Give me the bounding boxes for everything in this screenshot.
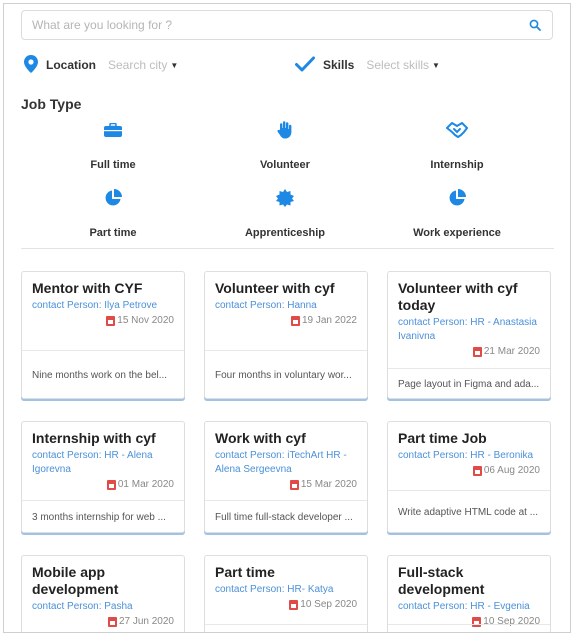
pie-chart-icon	[104, 189, 122, 207]
job-date-text: 21 Mar 2020	[483, 346, 540, 357]
job-title: Part time Job	[398, 430, 487, 446]
job-contact: contact Person: HR - Alena Igorevna	[32, 450, 153, 475]
divider	[21, 248, 554, 249]
job-contact: contact Person: Pasha	[32, 601, 133, 612]
job-date-text: 10 Sep 2020	[300, 599, 357, 610]
skills-label: Skills	[323, 58, 355, 72]
location-label: Location	[46, 58, 96, 72]
job-card[interactable]: Volunteer with cyf today contact Person:…	[387, 271, 551, 399]
job-type-label: Internship	[430, 159, 484, 171]
job-title: Mentor with CYF	[32, 280, 143, 296]
job-title: Work with cyf	[215, 430, 306, 446]
handshake-icon	[446, 121, 468, 139]
job-title: Full-stack development	[398, 564, 485, 597]
job-card[interactable]: Internship with cyf contact Person: HR -…	[21, 421, 185, 533]
search-icon[interactable]	[528, 18, 542, 32]
calendar-icon	[289, 599, 299, 610]
pie-chart-icon	[448, 189, 466, 207]
job-date-text: 01 Mar 2020	[117, 479, 174, 490]
job-title: Internship with cyf	[32, 430, 156, 446]
job-description: Page layout in Figma and ada...	[388, 368, 550, 398]
job-date: 01 Mar 2020	[32, 479, 174, 490]
job-description: 3 months internship for web ...	[22, 500, 184, 532]
job-title: Volunteer with cyf	[215, 280, 335, 296]
job-title: Part time	[215, 564, 275, 580]
job-type-apprenticeship[interactable]: Apprenticeship	[210, 189, 360, 239]
job-date: 06 Aug 2020	[398, 465, 540, 476]
job-description: Full time full-stack developer ...	[205, 500, 367, 532]
job-card[interactable]: Full-stack development contact Person: H…	[387, 555, 551, 632]
location-dropdown-value: Search city	[108, 58, 168, 72]
job-contact: contact Person: iTechArt HR - Alena Serg…	[215, 450, 347, 475]
job-date-text: 06 Aug 2020	[483, 465, 540, 476]
job-date: 21 Mar 2020	[398, 346, 540, 357]
calendar-icon	[106, 479, 116, 490]
job-date-text: 15 Mar 2020	[300, 479, 357, 490]
job-date-text: 15 Nov 2020	[117, 315, 174, 326]
job-contact: contact Person: HR - Anastasia Ivanivna	[398, 317, 537, 342]
job-type-part-time[interactable]: Part time	[38, 189, 188, 239]
job-title: Mobile app development	[32, 564, 119, 597]
chevron-down-icon: ▼	[432, 60, 440, 70]
job-date: 27 Jun 2020	[32, 616, 174, 627]
job-description	[388, 624, 550, 632]
job-card[interactable]: Part time contact Person: HR- Katya 10 S…	[204, 555, 368, 632]
location-dropdown[interactable]: Search city ▼	[108, 58, 178, 72]
job-card[interactable]: Mentor with CYF contact Person: Ilya Pet…	[21, 271, 185, 399]
job-date-text: 19 Jan 2022	[301, 315, 357, 326]
location-filter: Location Search city ▼	[24, 54, 178, 76]
job-type-label: Volunteer	[260, 159, 310, 171]
search-bar[interactable]	[21, 10, 553, 40]
job-type-label: Part time	[89, 227, 137, 239]
calendar-icon	[107, 616, 117, 627]
job-card[interactable]: Volunteer with cyf contact Person: Hanna…	[204, 271, 368, 399]
job-description: Write adaptive HTML code at ...	[388, 490, 550, 532]
location-pin-icon	[24, 54, 38, 76]
job-date: 10 Sep 2020	[215, 599, 357, 610]
badge-icon	[276, 189, 294, 207]
job-type-work-experience[interactable]: Work experience	[382, 189, 532, 239]
job-contact: contact Person: HR- Katya	[215, 584, 334, 595]
job-date: 15 Nov 2020	[32, 315, 174, 326]
job-description: Four months in voluntary wor...	[205, 350, 367, 398]
job-card[interactable]: Part time Job contact Person: HR - Beron…	[387, 421, 551, 533]
job-type-volunteer[interactable]: Volunteer	[210, 121, 360, 171]
skills-filter: Skills Select skills ▼	[295, 55, 440, 75]
job-contact: contact Person: HR - Beronika	[398, 450, 534, 461]
job-title: Volunteer with cyf today	[398, 280, 518, 313]
job-type-label: Apprenticeship	[244, 227, 326, 239]
calendar-icon	[472, 346, 482, 357]
calendar-icon	[106, 315, 116, 326]
job-contact: contact Person: Hanna	[215, 300, 317, 311]
calendar-icon	[289, 479, 299, 490]
job-description: Nine months work on the bel...	[22, 350, 184, 398]
job-date: 15 Mar 2020	[215, 479, 357, 490]
job-type-label: Full time	[90, 159, 136, 171]
job-type-label: Work experience	[413, 227, 501, 239]
job-type-full-time[interactable]: Full time	[38, 121, 188, 171]
job-contact: contact Person: Ilya Petrove	[32, 300, 158, 311]
job-type-internship[interactable]: Internship	[382, 121, 532, 171]
checkmark-icon	[295, 56, 315, 75]
briefcase-icon	[104, 121, 122, 139]
job-date-text: 27 Jun 2020	[118, 616, 174, 627]
job-date: 19 Jan 2022	[215, 315, 357, 326]
skills-dropdown[interactable]: Select skills ▼	[366, 58, 440, 72]
job-card[interactable]: Mobile app development contact Person: P…	[21, 555, 185, 632]
chevron-down-icon: ▼	[170, 60, 179, 70]
job-card[interactable]: Work with cyf contact Person: iTechArt H…	[204, 421, 368, 533]
hand-icon	[277, 121, 293, 139]
skills-dropdown-value: Select skills	[366, 58, 430, 72]
calendar-icon	[472, 465, 482, 476]
job-type-title: Job Type	[21, 96, 82, 112]
search-input[interactable]	[32, 18, 528, 32]
calendar-icon	[290, 315, 300, 326]
job-contact: contact Person: HR - Evgenia	[398, 601, 530, 612]
job-description	[205, 624, 367, 632]
page-frame: Location Search city ▼ Skills Select ski…	[3, 3, 571, 633]
